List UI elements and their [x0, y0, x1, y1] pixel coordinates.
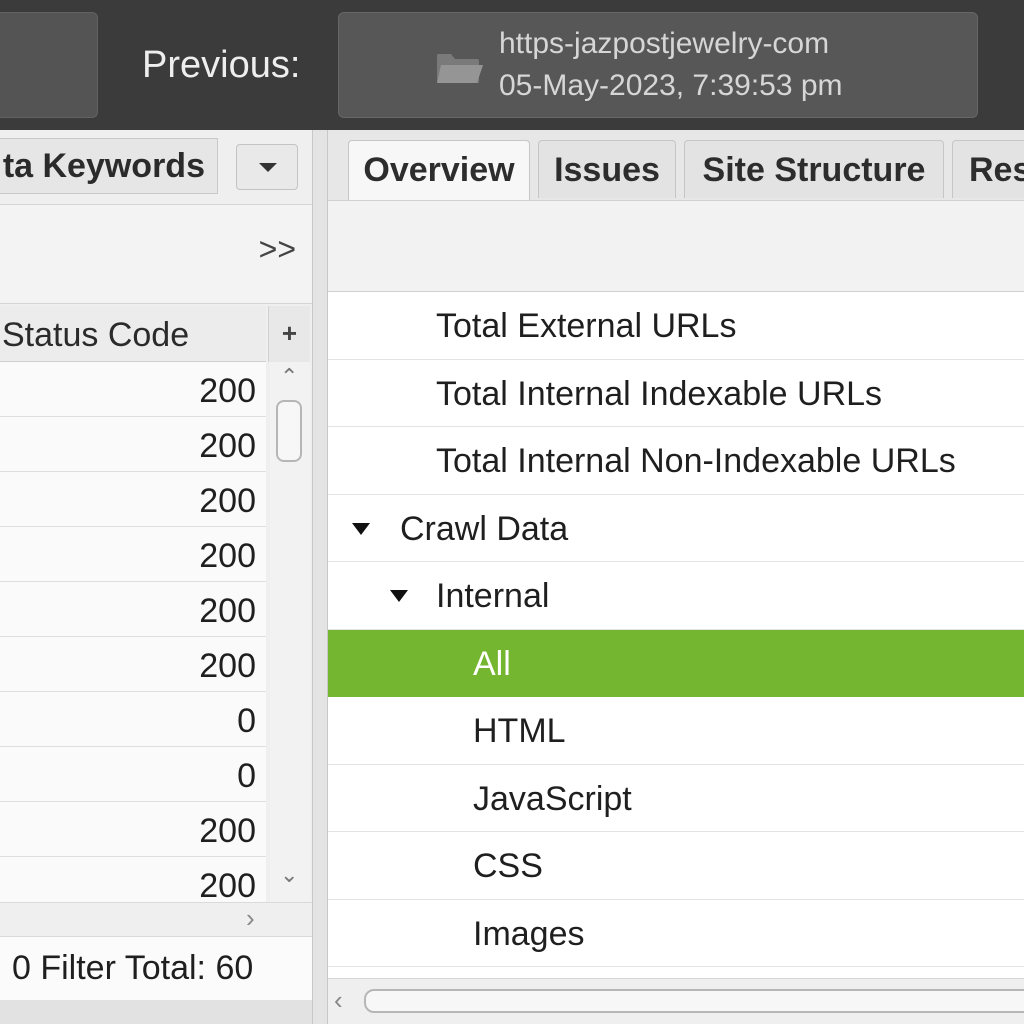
table-row[interactable]: 200 — [0, 362, 266, 417]
table-row[interactable]: 200 — [0, 417, 266, 472]
top-bar: Previous: https-jazpostjewelry-com 05-Ma… — [0, 0, 1024, 130]
overview-tree: Total External URLs Total Internal Indexa… — [328, 292, 1024, 967]
tree-item-total-external-urls[interactable]: Total External URLs — [328, 292, 1024, 360]
table-row[interactable]: 0 — [0, 747, 266, 802]
previous-crawl-date: 05-May-2023, 7:39:53 pm — [499, 69, 843, 102]
tree-item-label: Crawl Data — [400, 509, 569, 548]
scroll-left-icon[interactable]: ‹ — [334, 985, 343, 1016]
chevron-down-icon — [259, 163, 277, 172]
status-code-column-header[interactable]: Status Code — [0, 306, 266, 362]
tree-item-images[interactable]: Images — [328, 900, 1024, 967]
tree-item-label: Images — [473, 914, 585, 953]
add-column-button[interactable]: + — [268, 306, 310, 362]
status-code-list: 200 200 200 200 200 200 0 0 200 200 — [0, 362, 266, 902]
previous-label: Previous: — [142, 44, 301, 86]
right-tab-bar: Overview Issues Site Structure Res — [328, 130, 1024, 202]
expand-icon[interactable]: >> — [259, 231, 296, 268]
left-horizontal-scrollbar[interactable]: › — [0, 902, 312, 936]
right-horizontal-scrollbar[interactable]: ‹ — [328, 978, 1024, 1024]
filter-total-status: 0 Filter Total: 60 — [0, 936, 312, 1000]
scroll-down-icon[interactable]: ⌄ — [280, 862, 298, 888]
table-row[interactable]: 200 — [0, 802, 266, 857]
table-row[interactable]: 200 — [0, 582, 266, 637]
tab-overview[interactable]: Overview — [348, 140, 530, 202]
tree-item-label: Total Internal Indexable URLs — [436, 374, 883, 413]
tree-item-internal[interactable]: Internal — [328, 562, 1024, 630]
tab-issues[interactable]: Issues — [538, 140, 676, 198]
tree-item-total-internal-indexable-urls[interactable]: Total Internal Indexable URLs — [328, 360, 1024, 427]
tree-item-label: All — [473, 644, 511, 683]
previous-crawl-name: https-jazpostjewelry-com — [499, 27, 830, 60]
tree-item-label: Total Internal Non-Indexable URLs — [436, 442, 956, 480]
horizontal-scrollbar-thumb[interactable] — [364, 989, 1024, 1013]
right-panel: Overview Issues Site Structure Res Total… — [328, 130, 1024, 1024]
table-row[interactable]: 200 — [0, 857, 266, 902]
tab-response-codes[interactable]: Res — [952, 140, 1024, 198]
left-panel: ta Keywords >> Status Code + 200 200 200 20… — [0, 130, 312, 1024]
table-row[interactable]: 200 — [0, 637, 266, 692]
left-bottom-bar — [0, 1000, 312, 1024]
tree-item-all[interactable]: All — [328, 629, 1024, 697]
tree-item-label: JavaScript — [473, 779, 632, 818]
tree-item-label: HTML — [473, 712, 566, 750]
table-row[interactable]: 200 — [0, 527, 266, 582]
top-left-button[interactable] — [0, 12, 98, 118]
expand-triangle-icon[interactable] — [352, 522, 370, 535]
tree-item-label: Total External URLs — [436, 307, 737, 345]
scrollbar-thumb[interactable] — [276, 400, 302, 462]
tree-item-crawl-data[interactable]: Crawl Data — [328, 495, 1024, 562]
tree-item-total-internal-non-indexable-urls[interactable]: Total Internal Non-Indexable URLs — [328, 427, 1024, 495]
previous-crawl-selector[interactable]: https-jazpostjewelry-com 05-May-2023, 7:… — [338, 12, 978, 118]
table-row[interactable]: 0 — [0, 692, 266, 747]
tree-item-css[interactable]: CSS — [328, 832, 1024, 900]
table-row[interactable]: 200 — [0, 472, 266, 527]
panel-divider[interactable] — [312, 130, 328, 1024]
folder-icon — [437, 54, 483, 83]
tab-meta-keywords[interactable]: ta Keywords — [0, 138, 218, 194]
tree-item-javascript[interactable]: JavaScript — [328, 765, 1024, 832]
left-toolbar: >> — [0, 204, 312, 304]
expand-triangle-icon[interactable] — [390, 590, 408, 602]
vertical-scrollbar[interactable]: ⌃ ⌄ — [270, 362, 310, 902]
right-toolbar — [328, 200, 1024, 292]
tree-item-html[interactable]: HTML — [328, 697, 1024, 765]
tab-list-dropdown[interactable] — [236, 144, 298, 190]
scroll-right-icon[interactable]: › — [246, 903, 255, 934]
tab-site-structure[interactable]: Site Structure — [684, 140, 944, 198]
tree-item-label: Internal — [436, 577, 550, 615]
tree-item-label: CSS — [473, 847, 543, 885]
scroll-up-icon[interactable]: ⌃ — [280, 364, 298, 390]
